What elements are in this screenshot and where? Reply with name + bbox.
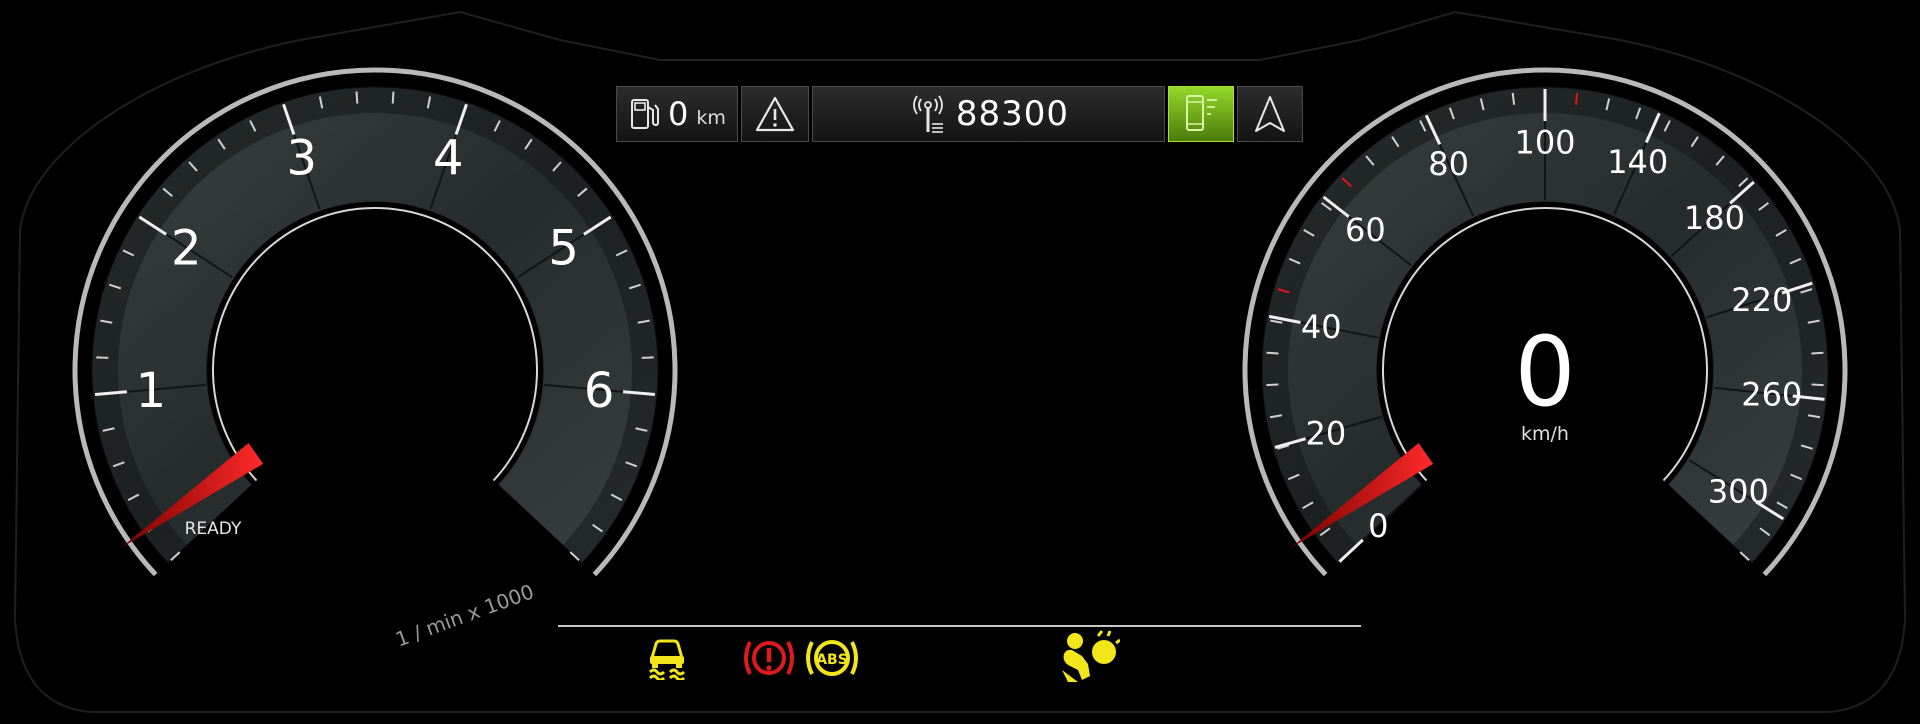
speedo-minor-tick <box>1574 92 1579 105</box>
navigation-tab[interactable] <box>1237 86 1303 142</box>
speedo-minor-tick <box>1811 351 1824 355</box>
speedo-minor-tick <box>1511 92 1516 105</box>
warning-indicator <box>740 86 809 142</box>
tach-label: 1 <box>136 363 167 419</box>
speedo-minor-tick <box>1266 383 1279 387</box>
speed-readout: 0 <box>1514 316 1575 428</box>
tach-label: 2 <box>171 221 202 277</box>
tach-minor-tick <box>641 356 654 359</box>
fuel-range-unit: km <box>696 107 726 129</box>
speedo-label: 180 <box>1684 199 1745 237</box>
radio-signal-icon <box>908 93 948 135</box>
speedo-label: 260 <box>1741 375 1802 413</box>
brake-warning-icon <box>740 634 798 682</box>
tach-minor-tick <box>355 91 359 104</box>
tach-label: 6 <box>584 363 615 419</box>
warning-triangle-icon <box>754 95 796 133</box>
tachometer-unit-label: 1 / min x 1000 <box>392 579 537 651</box>
airbag-icon <box>1058 630 1120 684</box>
tach-minor-tick <box>96 356 109 359</box>
tachometer-status-ready: READY <box>185 519 242 539</box>
abs-icon: ABS <box>802 634 862 682</box>
tach-label: 4 <box>433 131 464 187</box>
fuel-range-value: 0 <box>667 95 689 133</box>
phone-tab[interactable] <box>1168 86 1235 142</box>
tach-minor-tick <box>391 91 395 104</box>
speedo-label: 300 <box>1708 472 1769 510</box>
svg-text:ABS: ABS <box>816 652 848 668</box>
tach-inner-ring <box>212 207 538 482</box>
speedo-minor-tick <box>1811 383 1824 387</box>
speedo-label: 40 <box>1301 308 1342 346</box>
bottom-divider <box>558 625 1361 627</box>
speed-unit-label: km/h <box>1521 423 1569 445</box>
tachometer-gauge: 1 2 3 4 5 6 <box>72 67 678 577</box>
speedo-label: 220 <box>1731 281 1792 319</box>
speedo-label: 60 <box>1345 211 1386 249</box>
tach-face <box>91 86 659 564</box>
speedo-label: 80 <box>1428 145 1469 183</box>
speedo-label: 100 <box>1514 124 1575 162</box>
tach-label: 5 <box>548 221 579 277</box>
speedo-label: 140 <box>1607 143 1668 181</box>
top-status-bar: 0 km 88300 <box>616 86 1303 142</box>
speedo-label: 0 <box>1368 507 1388 545</box>
odometer-display: 88300 <box>811 86 1166 142</box>
fuel-pump-icon <box>628 97 662 131</box>
smartphone-icon <box>1181 92 1221 136</box>
traction-control-icon <box>644 636 690 680</box>
tach-label: 3 <box>286 131 317 187</box>
speedo-minor-tick <box>1266 351 1279 355</box>
instrument-cluster: 1 2 3 4 5 6 0 20 40 60 80 100 140 180 220 260 300 READY… <box>0 0 1920 720</box>
speedo-label: 20 <box>1305 414 1346 452</box>
navigation-arrow-icon <box>1253 94 1287 134</box>
odometer-value: 88300 <box>955 94 1070 134</box>
fuel-range-indicator: 0 km <box>616 86 738 142</box>
